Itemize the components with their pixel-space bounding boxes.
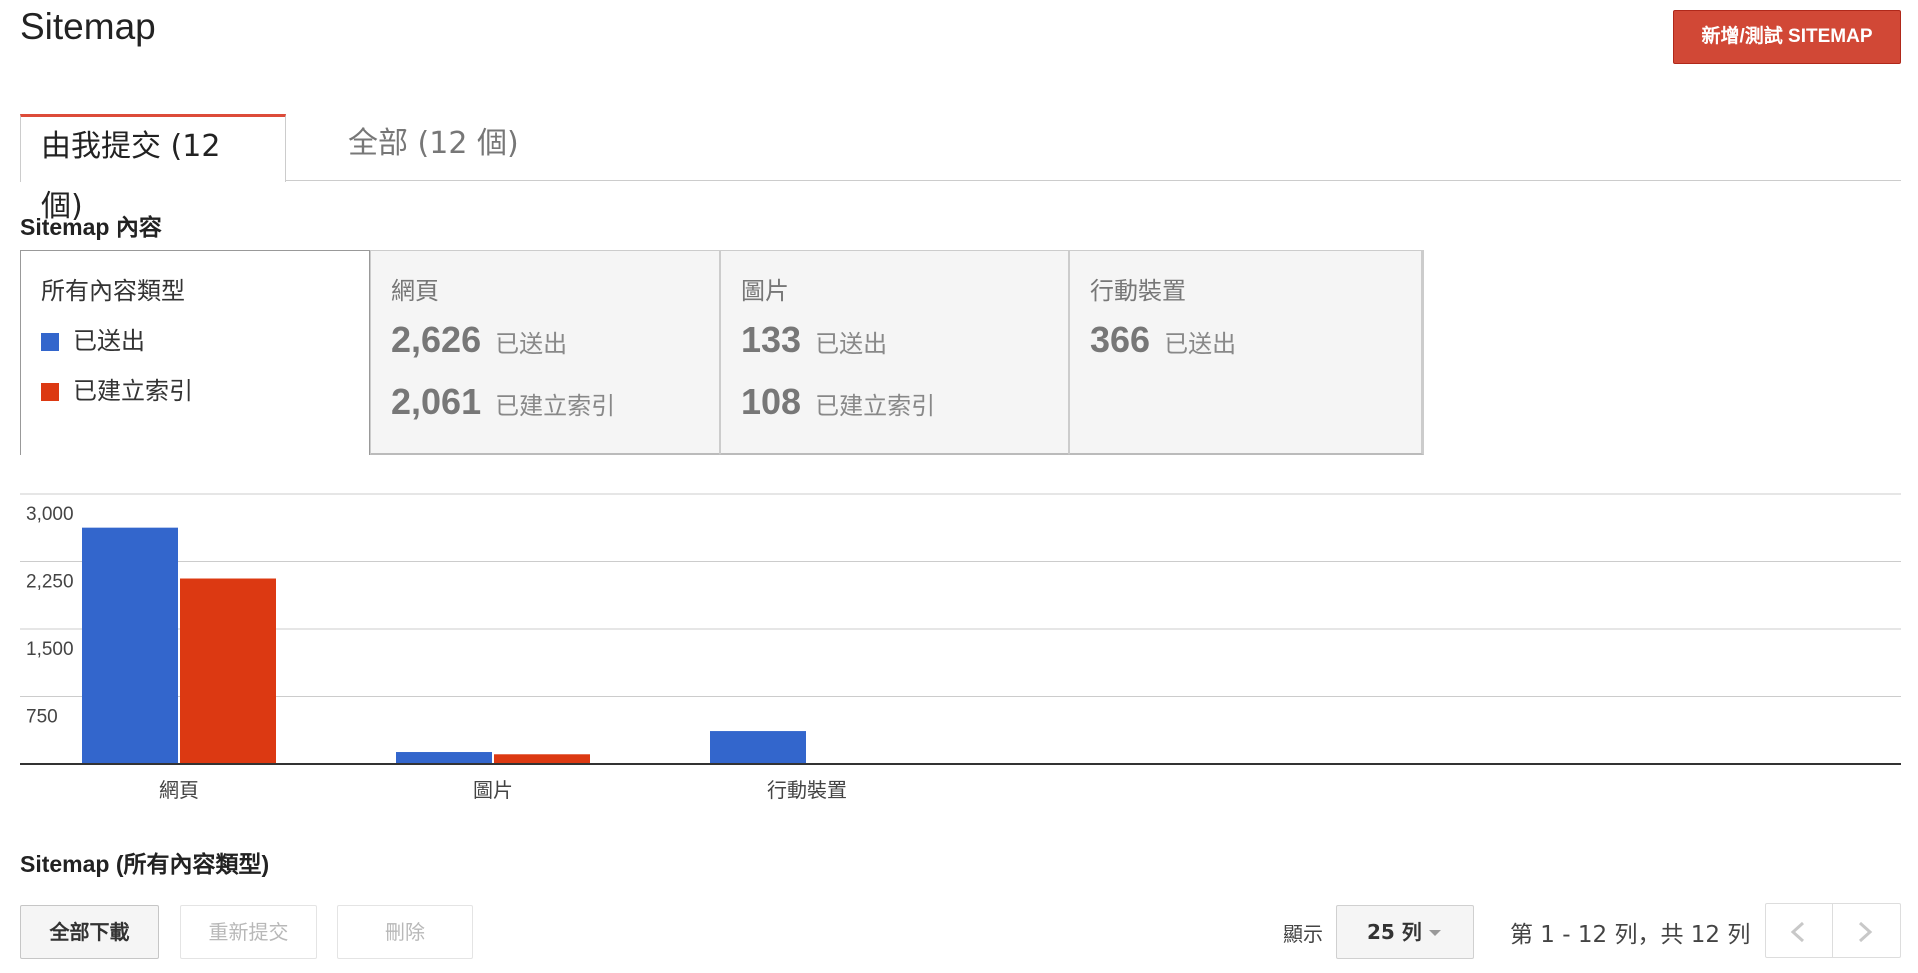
rows-per-page-select[interactable]: 25 列 — [1336, 905, 1474, 959]
y-tick-label: 2,250 — [26, 572, 74, 593]
y-tick-label: 1,500 — [26, 639, 74, 660]
submitted-stat: 366 已送出 — [1090, 319, 1236, 361]
page: Sitemap 新增/測試 SITEMAP 由我提交 (12 個) 全部 (12… — [0, 0, 1918, 973]
rows-per-page-value: 25 列 — [1367, 920, 1422, 944]
resubmit-button[interactable]: 重新提交 — [180, 905, 317, 959]
previous-page-button[interactable] — [1765, 903, 1833, 958]
x-category-label: 圖片 — [473, 778, 513, 802]
legend-label: 已送出 — [73, 327, 145, 355]
submitted-count: 133 — [741, 319, 802, 360]
caret-down-icon — [1429, 930, 1441, 936]
x-category-label: 行動裝置 — [767, 778, 847, 802]
panel-mobile[interactable]: 行動裝置 366 已送出 — [1069, 250, 1424, 455]
next-page-button[interactable] — [1833, 903, 1901, 958]
blue-swatch-icon — [41, 333, 59, 351]
bar-indexed — [180, 578, 276, 764]
bar-indexed — [494, 754, 590, 764]
legend-label: 已建立索引 — [73, 377, 193, 405]
legend-panel[interactable]: 所有內容類型 已送出 已建立索引 — [20, 250, 370, 455]
panel-heading: 行動裝置 — [1090, 277, 1186, 305]
tab-all[interactable]: 全部 (12 個) — [328, 114, 539, 181]
submitted-count: 366 — [1090, 319, 1151, 360]
legend-item-indexed: 已建立索引 — [41, 371, 193, 406]
y-tick-label: 750 — [26, 707, 58, 728]
y-tick-label: 3,000 — [26, 504, 74, 525]
red-swatch-icon — [41, 383, 59, 401]
panel-heading: 網頁 — [391, 277, 439, 305]
indexed-label: 已建立索引 — [815, 392, 936, 420]
delete-button[interactable]: 刪除 — [337, 905, 473, 959]
panel-images[interactable]: 圖片 133 已送出 108 已建立索引 — [720, 250, 1069, 455]
submitted-stat: 2,626 已送出 — [391, 319, 567, 361]
list-section-title: Sitemap (所有內容類型) — [20, 851, 270, 877]
submitted-label: 已送出 — [1164, 330, 1237, 358]
legend-heading: 所有內容類型 — [41, 277, 185, 305]
submitted-label: 已送出 — [815, 330, 888, 358]
panel-heading: 圖片 — [741, 277, 789, 305]
tabs-divider — [20, 180, 1901, 181]
page-title: Sitemap — [20, 6, 156, 47]
summary-panels: 所有內容類型 已送出 已建立索引 網頁 2,626 已送出 2,061 已建立索引 … — [20, 250, 1424, 455]
indexed-count: 108 — [741, 381, 802, 422]
rows-per-page-label: 顯示 — [1283, 922, 1323, 946]
chevron-right-icon — [1858, 921, 1873, 943]
indexed-label: 已建立索引 — [495, 392, 616, 420]
panel-web-pages[interactable]: 網頁 2,626 已送出 2,061 已建立索引 — [370, 250, 720, 455]
download-all-button[interactable]: 全部下載 — [20, 905, 159, 959]
indexed-stat: 2,061 已建立索引 — [391, 381, 615, 423]
bar-submitted — [396, 752, 492, 764]
indexed-count: 2,061 — [391, 381, 482, 422]
chevron-left-icon — [1790, 921, 1805, 943]
submitted-count: 2,626 — [391, 319, 482, 360]
legend-item-submitted: 已送出 — [41, 321, 145, 356]
indexed-stat: 108 已建立索引 — [741, 381, 935, 423]
add-test-sitemap-button[interactable]: 新增/測試 SITEMAP — [1673, 10, 1901, 64]
pagination-summary: 第 1 - 12 列，共 12 列 — [1510, 922, 1751, 948]
bar-submitted — [82, 527, 178, 764]
bar-submitted — [710, 731, 806, 764]
x-category-label: 網頁 — [159, 778, 199, 802]
sitemap-bar-chart: 3,000 2,250 1,500 750 網頁 圖片 行動裝置 — [20, 493, 1901, 802]
submitted-stat: 133 已送出 — [741, 319, 887, 361]
submitted-label: 已送出 — [495, 330, 568, 358]
tab-submitted-by-me[interactable]: 由我提交 (12 個) — [20, 114, 286, 224]
